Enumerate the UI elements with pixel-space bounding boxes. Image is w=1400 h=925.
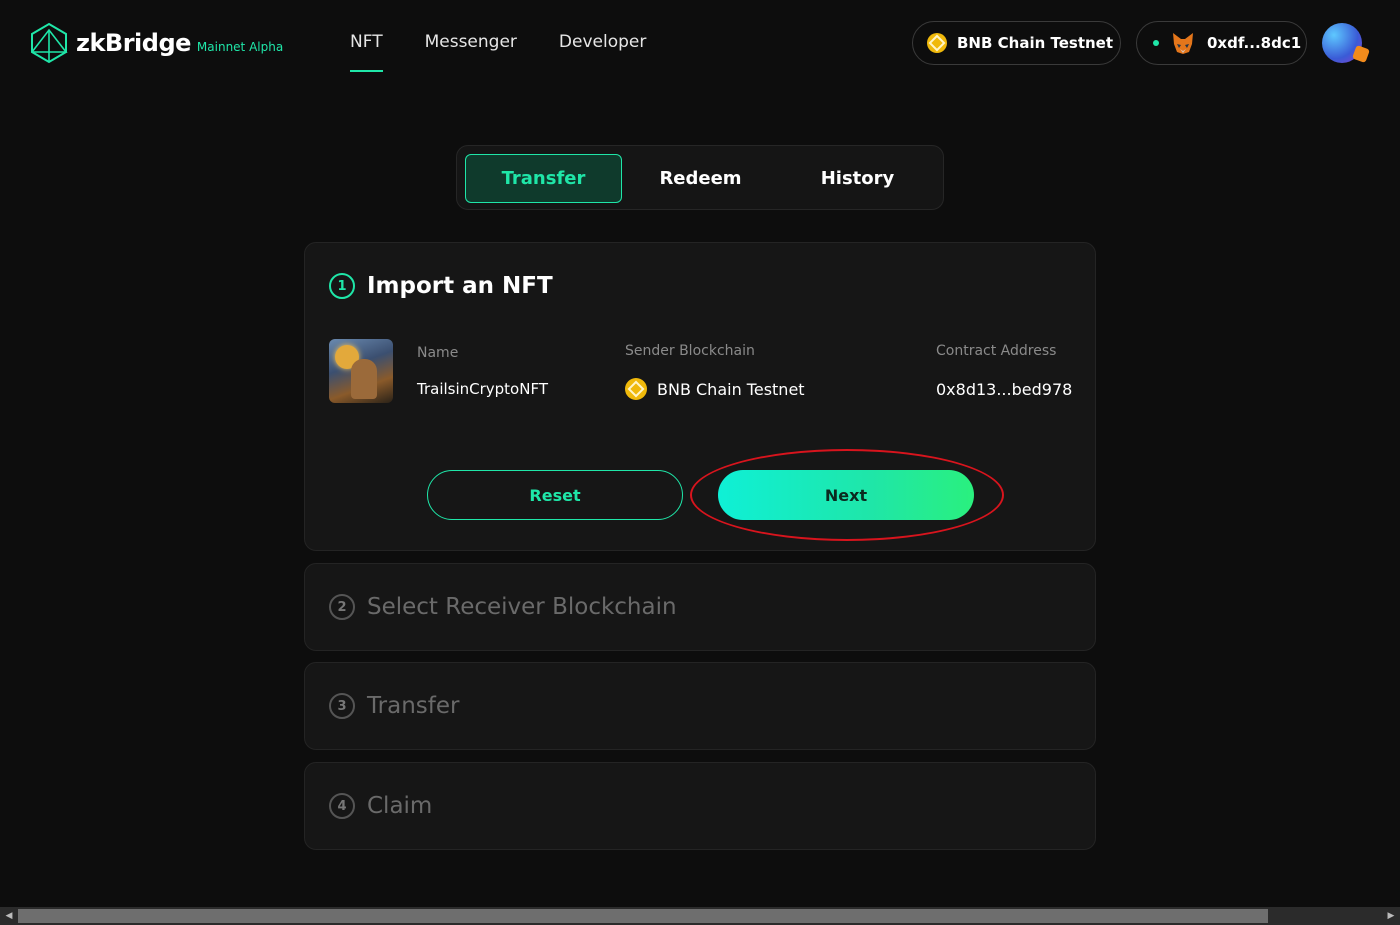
scroll-left-icon[interactable]: ◀ (0, 907, 18, 925)
network-selector[interactable]: BNB Chain Testnet (912, 21, 1121, 65)
next-button[interactable]: Next (718, 470, 974, 520)
sender-blockchain-value: BNB Chain Testnet (625, 378, 805, 400)
step-title: Transfer (367, 693, 460, 719)
step-number: 4 (329, 793, 355, 819)
nft-name-label: Name (417, 345, 459, 361)
step-title: Claim (367, 793, 433, 819)
reset-button[interactable]: Reset (427, 470, 683, 520)
wallet-address: 0xdf...8dc1 (1207, 34, 1302, 52)
brand-tag: Mainnet Alpha (196, 40, 284, 54)
step-number: 3 (329, 693, 355, 719)
step-transfer-card[interactable]: 3 Transfer (304, 662, 1096, 750)
step-header: 3 Transfer (329, 693, 459, 719)
step-receiver-blockchain-card[interactable]: 2 Select Receiver Blockchain (304, 563, 1096, 651)
scroll-right-icon[interactable]: ▶ (1382, 907, 1400, 925)
horizontal-scrollbar[interactable]: ◀ ▶ (0, 907, 1400, 925)
step-header: 4 Claim (329, 793, 432, 819)
wallet-button[interactable]: 0xdf...8dc1 (1136, 21, 1307, 65)
nav-item-developer[interactable]: Developer (559, 32, 646, 52)
step-claim-card[interactable]: 4 Claim (304, 762, 1096, 850)
contract-address-label: Contract Address (936, 343, 1057, 359)
sender-blockchain-label: Sender Blockchain (625, 343, 755, 359)
nft-name-value: TrailsinCryptoNFT (417, 380, 548, 398)
top-header: zkBridge Mainnet Alpha NFT Messenger Dev… (0, 0, 1400, 90)
nav-item-messenger[interactable]: Messenger (425, 32, 517, 52)
metamask-fox-icon (1173, 33, 1193, 54)
brand-logo[interactable]: zkBridge Mainnet Alpha (30, 22, 283, 64)
user-avatar[interactable] (1322, 23, 1362, 63)
network-label: BNB Chain Testnet (957, 34, 1114, 52)
step-header: 1 Import an NFT (329, 273, 553, 299)
tab-redeem[interactable]: Redeem (622, 154, 779, 203)
connected-status-dot (1153, 40, 1159, 46)
contract-address-value: 0x8d13...bed978 (936, 380, 1073, 399)
nft-thumbnail (329, 339, 393, 403)
step-header: 2 Select Receiver Blockchain (329, 594, 677, 620)
tab-transfer[interactable]: Transfer (465, 154, 622, 203)
step-number: 2 (329, 594, 355, 620)
bridge-tabs: Transfer Redeem History (456, 145, 944, 210)
step-title: Select Receiver Blockchain (367, 594, 677, 620)
step-import-nft-card: 1 Import an NFT Name TrailsinCryptoNFT S… (304, 242, 1096, 551)
scrollbar-thumb[interactable] (18, 909, 1268, 923)
bnb-chain-icon (927, 33, 947, 53)
zkbridge-logo-icon (31, 22, 68, 64)
step-number: 1 (329, 273, 355, 299)
step-title: Import an NFT (367, 273, 553, 299)
main-nav: NFT Messenger Developer (350, 32, 688, 72)
nav-item-nft[interactable]: NFT (350, 32, 383, 72)
tab-history[interactable]: History (779, 154, 936, 203)
brand-name: zkBridge (76, 29, 191, 57)
bnb-chain-icon (625, 378, 647, 400)
sender-blockchain-text: BNB Chain Testnet (657, 379, 805, 399)
